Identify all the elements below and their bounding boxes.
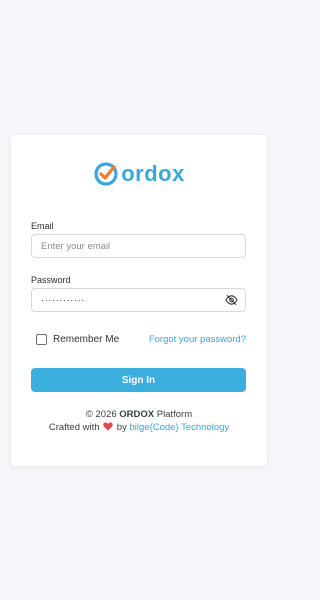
remember-me-checkbox[interactable] [36, 333, 47, 345]
password-field[interactable] [31, 288, 246, 312]
platform-name: ORDOX [119, 409, 155, 420]
brand-logo: ordox [11, 159, 267, 189]
remember-me-label: Remember Me [53, 333, 120, 345]
copyright-prefix: © 2026 [85, 409, 117, 420]
eye-off-icon[interactable] [225, 294, 238, 306]
forgot-password-link[interactable]: Forgot your password? [149, 334, 246, 345]
crafted-prefix: Crafted with [48, 422, 100, 433]
heart-icon [103, 422, 113, 431]
password-label: Password [31, 275, 71, 285]
brand-name: ordox [121, 161, 185, 186]
password-field-wrapper [31, 288, 246, 312]
remember-me-toggle[interactable]: Remember Me [31, 333, 120, 345]
crafted-line: Crafted with by bilge{Code} Technology [11, 422, 267, 433]
login-card: ordox Email Password Remember Me Forgot … [11, 135, 267, 466]
crafted-by: by [116, 422, 127, 433]
platform-suffix: Platform [156, 409, 193, 420]
copyright-line: © 2026 ORDOX Platform [11, 409, 267, 420]
sign-in-button[interactable]: Sign In [31, 368, 246, 392]
company-link[interactable]: bilge{Code} Technology [129, 422, 229, 433]
email-label: Email [31, 221, 54, 231]
remember-forgot-row: Remember Me Forgot your password? [31, 332, 246, 346]
email-field[interactable] [31, 234, 246, 258]
logo-check-icon [94, 162, 118, 186]
